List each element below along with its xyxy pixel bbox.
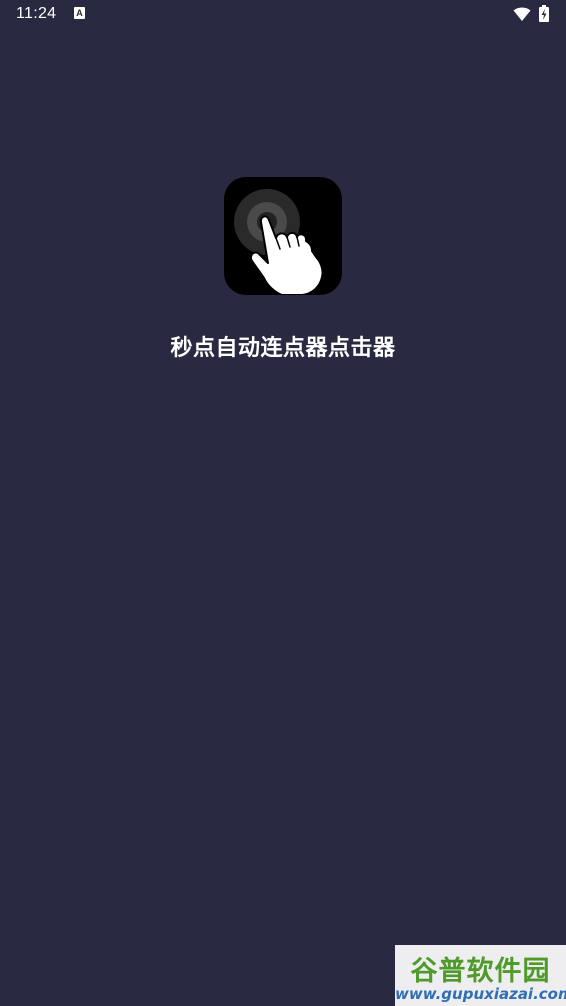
a-text-icon: A (74, 7, 85, 19)
watermark-logo: 谷普软件园 www.gupuxiazai.com (395, 945, 566, 1006)
wifi-icon (513, 7, 531, 21)
status-bar: 11:24 A (0, 0, 566, 30)
watermark-title: 谷普软件园 (410, 956, 551, 987)
notification-letter: A (76, 7, 83, 18)
splash-screen: 11:24 A 秒点自动连点器点击器 谷普软件园 www.gupuxiazai.… (0, 0, 566, 1006)
watermark-url: www.gupuxiazai.com (395, 985, 566, 1003)
tap-hand-icon (224, 177, 342, 295)
app-name: 秒点自动连点器点击器 (170, 336, 396, 361)
battery-charging-icon (539, 5, 549, 22)
status-time: 11:24 (16, 5, 57, 22)
